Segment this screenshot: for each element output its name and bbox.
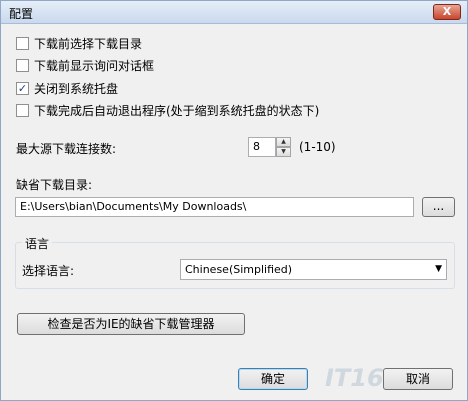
close-button[interactable]: X	[433, 4, 461, 20]
spin-up-icon[interactable]: ▲	[276, 137, 291, 147]
check-ie-default-button[interactable]: 检查是否为IE的缺省下载管理器	[17, 313, 245, 335]
cancel-button[interactable]: 取消	[383, 368, 453, 390]
option-label: 下载前显示询问对话框	[34, 58, 155, 73]
language-select[interactable]: Chinese(Simplified) ▼	[180, 259, 447, 280]
dialog-title: 配置	[9, 7, 34, 21]
config-dialog: 配置 X 下载前选择下载目录 下载前显示询问对话框 ✓ 关闭到系统托盘 下载完成…	[0, 0, 468, 401]
option-label: 关闭到系统托盘	[34, 81, 119, 96]
browse-button[interactable]: ...	[422, 197, 455, 217]
dropdown-arrow-icon[interactable]: ▼	[435, 260, 442, 279]
max-connections-spinner[interactable]: ▲ ▼	[276, 137, 291, 157]
option-label: 下载完成后自动退出程序(处于缩到系统托盘的状态下)	[34, 103, 320, 118]
download-dir-input[interactable]: E:\Users\bian\Documents\My Downloads\	[15, 197, 414, 217]
option-show-dialog[interactable]: 下载前显示询问对话框	[16, 57, 154, 73]
spin-down-icon[interactable]: ▼	[276, 147, 291, 157]
language-selected-value: Chinese(Simplified)	[185, 263, 293, 276]
checkbox-auto-exit[interactable]	[16, 103, 29, 117]
close-icon: X	[442, 5, 452, 18]
language-label: 选择语言:	[22, 264, 75, 278]
option-auto-exit[interactable]: 下载完成后自动退出程序(处于缩到系统托盘的状态下)	[16, 102, 319, 118]
language-group-title: 语言	[22, 235, 53, 252]
title-bar[interactable]: 配置 X	[1, 1, 467, 24]
checkbox-choose-dir[interactable]	[16, 36, 29, 50]
option-choose-dir[interactable]: 下载前选择下载目录	[16, 35, 142, 51]
max-connections-input[interactable]: 8	[248, 137, 276, 157]
max-connections-label: 最大源下载连接数:	[16, 142, 117, 156]
checkmark-icon: ✓	[17, 81, 28, 95]
connections-range: (1-10)	[299, 140, 336, 154]
checkbox-show-dialog[interactable]	[16, 58, 29, 72]
option-label: 下载前选择下载目录	[34, 36, 143, 51]
option-close-to-tray[interactable]: ✓ 关闭到系统托盘	[16, 80, 118, 96]
download-dir-label: 缺省下载目录:	[16, 178, 93, 192]
checkbox-close-to-tray[interactable]: ✓	[16, 81, 29, 95]
ok-button[interactable]: 确定	[238, 368, 308, 390]
